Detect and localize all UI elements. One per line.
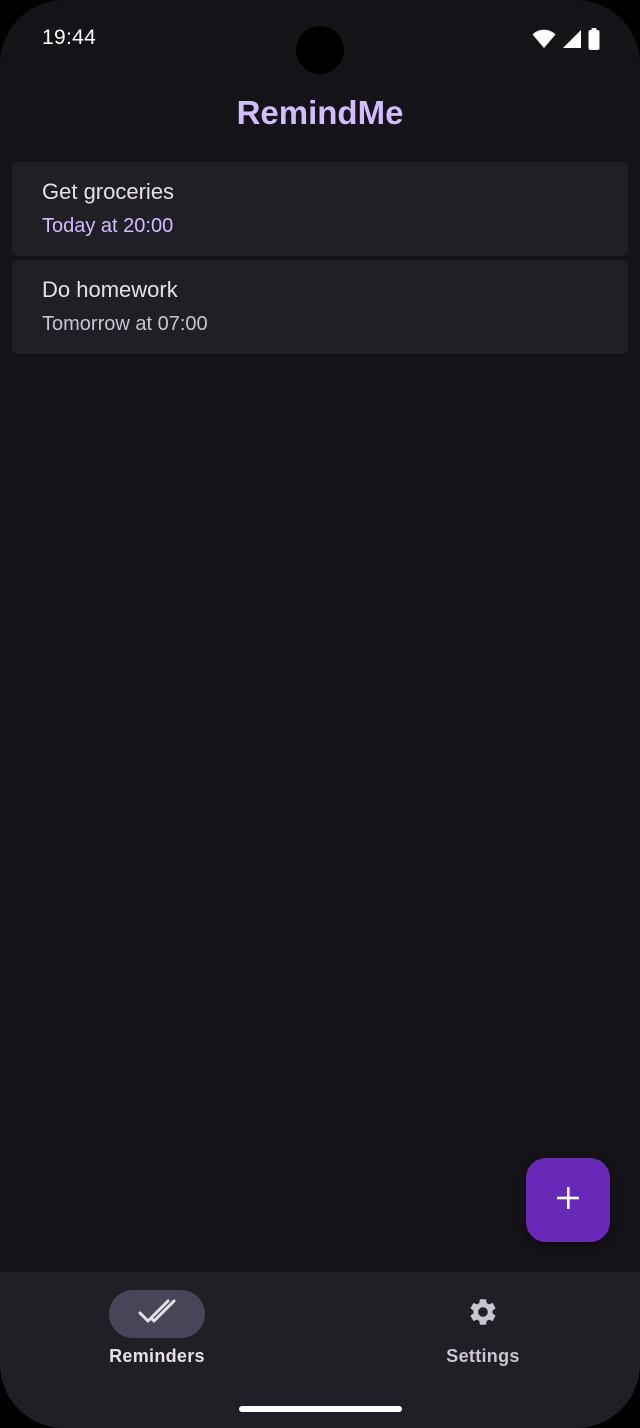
- reminder-title: Do homework: [42, 277, 178, 302]
- nav-active-indicator: [109, 1290, 205, 1338]
- nav-label-reminders: Reminders: [109, 1346, 205, 1366]
- reminder-item[interactable]: Get groceries Today at 20:00: [12, 162, 628, 256]
- nav-indicator: [435, 1290, 531, 1338]
- reminder-time: Today at 20:00: [42, 215, 174, 237]
- phone-screen: 19:44 RemindMe Get groceries Today at 20…: [0, 0, 640, 1428]
- camera-cutout: [296, 26, 344, 74]
- reminder-title: Get groceries: [42, 179, 175, 204]
- plus-icon: [555, 1185, 581, 1216]
- double-check-icon: [138, 1297, 176, 1332]
- wifi-icon: [532, 29, 556, 49]
- add-reminder-button[interactable]: [526, 1158, 610, 1242]
- status-bar: 19:44: [0, 0, 640, 80]
- nav-item-reminders[interactable]: Reminders: [57, 1272, 257, 1382]
- app-title: RemindMe: [236, 94, 404, 131]
- battery-icon: [588, 28, 600, 50]
- reminder-list: Get groceries Today at 20:00 Do homework…: [12, 162, 628, 358]
- bottom-navigation: Reminders Settings: [0, 1272, 640, 1428]
- nav-label-settings: Settings: [446, 1346, 520, 1366]
- home-indicator[interactable]: [239, 1406, 402, 1412]
- gear-icon: [467, 1296, 499, 1333]
- reminder-time: Tomorrow at 07:00: [42, 313, 208, 335]
- signal-icon: [562, 29, 582, 49]
- status-icons: [532, 28, 600, 50]
- nav-item-settings[interactable]: Settings: [383, 1272, 583, 1382]
- status-time: 19:44: [42, 26, 97, 49]
- reminder-item[interactable]: Do homework Tomorrow at 07:00: [12, 260, 628, 354]
